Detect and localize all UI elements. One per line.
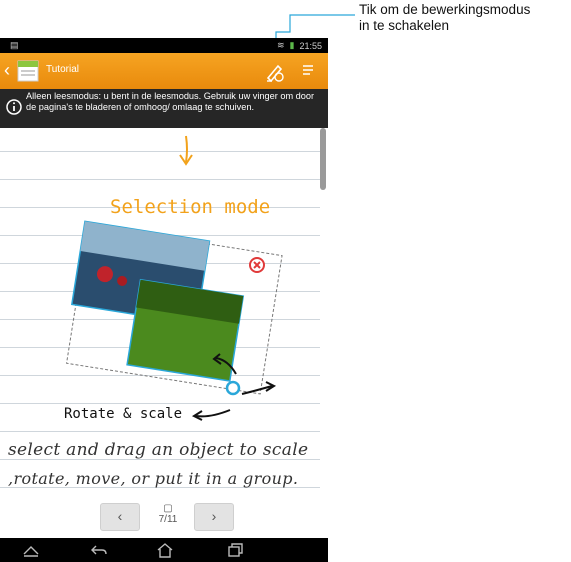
down-arrow	[185, 135, 188, 163]
notes-app-icon[interactable]	[15, 59, 41, 83]
handwriting-line-1: select and drag an object to scale	[8, 440, 308, 460]
wifi-icon: ≋	[276, 40, 285, 50]
collapse-icon[interactable]	[22, 542, 40, 558]
back-chevron-icon[interactable]: ‹	[4, 60, 10, 80]
edit-mode-icon[interactable]	[262, 58, 286, 84]
rotate-scale-caption: Rotate & scale	[64, 406, 182, 422]
home-icon[interactable]	[156, 542, 174, 558]
photo-group[interactable]	[63, 220, 283, 395]
menu-icon[interactable]	[302, 63, 316, 77]
handwriting-line-2: ,rotate, move, or put it in a group.	[8, 469, 298, 488]
info-icon	[6, 99, 22, 115]
page-indicator: ▢ 7/11	[150, 503, 186, 525]
page-content: Selection mode Rotate & scale select and…	[8, 135, 308, 488]
tablet-screen: ▤ ≋ ▮ 21:55 ‹ Tutorial Alleen leesmodus:…	[0, 38, 328, 562]
notification-icon: ▤	[10, 40, 19, 50]
scale-handle[interactable]	[225, 380, 241, 396]
app-title: Tutorial	[46, 64, 79, 75]
app-bar: ‹ Tutorial	[0, 53, 328, 89]
selection-mode-heading: Selection mode	[110, 196, 270, 218]
note-page[interactable]: Selection mode Rotate & scale select and…	[0, 128, 328, 508]
banner-text: Alleen leesmodus: u bent in de leesmodus…	[26, 91, 315, 112]
system-navigation-bar	[0, 538, 328, 562]
page-navigation: ‹ ▢ 7/11 ›	[0, 503, 328, 537]
next-page-button[interactable]: ›	[194, 503, 234, 531]
previous-page-button[interactable]: ‹	[100, 503, 140, 531]
battery-icon: ▮	[289, 40, 295, 50]
back-icon[interactable]	[90, 542, 108, 558]
read-only-banner: Alleen leesmodus: u bent in de leesmodus…	[0, 89, 328, 128]
status-bar: ▤ ≋ ▮ 21:55	[0, 38, 328, 53]
page-icon: ▢	[163, 503, 173, 514]
page-number: 7/11	[158, 514, 178, 525]
recent-apps-icon[interactable]	[226, 542, 244, 558]
clock: 21:55	[299, 40, 322, 51]
